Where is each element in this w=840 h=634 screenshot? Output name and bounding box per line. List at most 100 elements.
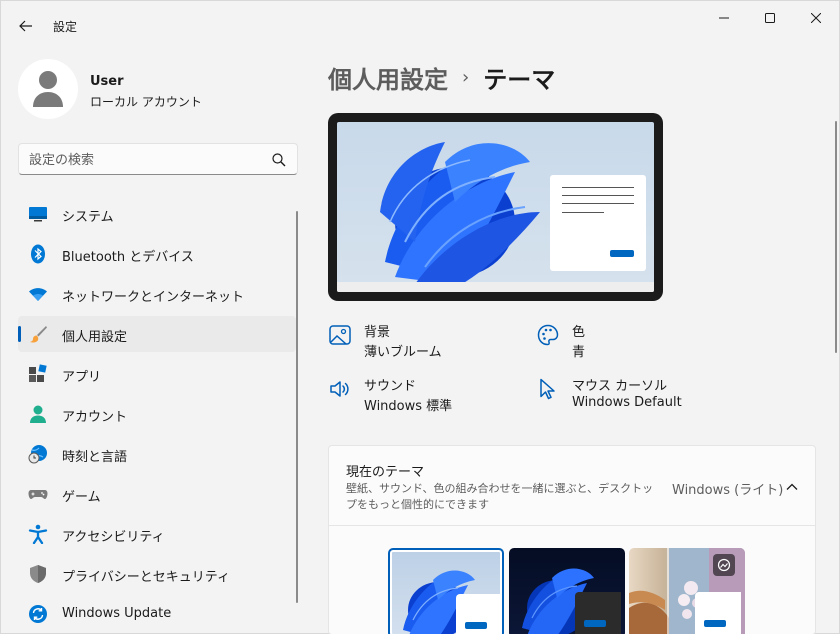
preview-line bbox=[562, 195, 634, 196]
sound-value: Windows 標準 bbox=[364, 399, 453, 414]
bluetooth-icon bbox=[31, 244, 45, 264]
title-bar: 設定 bbox=[1, 1, 839, 49]
wifi-icon bbox=[29, 288, 47, 301]
globe-clock-icon bbox=[28, 445, 47, 464]
current-theme-description: 壁紙、サウンド、色の組み合わせを一緒に選ぶと、デスクトップをもっと個性的にできま… bbox=[346, 482, 654, 511]
maximize-icon bbox=[765, 13, 775, 23]
search-input[interactable] bbox=[29, 150, 259, 170]
sidebar-item-network[interactable]: ネットワークとインターネット bbox=[18, 276, 296, 312]
user-icon bbox=[33, 71, 63, 107]
sidebar-item-label: ネットワークとインターネット bbox=[62, 290, 245, 305]
close-icon bbox=[811, 13, 821, 23]
theme-windows-light[interactable] bbox=[388, 548, 504, 634]
spotlight-badge bbox=[713, 554, 735, 576]
sound-setting[interactable]: サウンド Windows 標準 bbox=[328, 373, 568, 417]
sidebar-item-label: ゲーム bbox=[62, 490, 101, 505]
account-icon bbox=[30, 405, 46, 423]
chip-button bbox=[584, 620, 606, 627]
page-title: テーマ bbox=[483, 65, 556, 94]
chip-button bbox=[704, 620, 726, 627]
sidebar-item-label: Bluetooth とデバイス bbox=[62, 250, 194, 265]
current-theme-header[interactable]: 現在のテーマ 壁紙、サウンド、色の組み合わせを一緒に選ぶと、デスクトップをもっと… bbox=[329, 446, 815, 526]
sidebar-item-privacy[interactable]: プライバシーとセキュリティ bbox=[18, 556, 296, 592]
user-profile[interactable]: User ローカル アカウント bbox=[18, 59, 288, 121]
chip-button bbox=[465, 622, 487, 629]
sidebar-item-label: アカウント bbox=[62, 410, 128, 425]
sidebar-nav: システム Bluetooth とデバイス ネットワークとインターネット 個人用設… bbox=[18, 196, 296, 634]
current-theme-value: Windows (ライト) bbox=[672, 483, 784, 498]
theme-chip bbox=[456, 594, 502, 634]
sidebar-item-label: Windows Update bbox=[62, 606, 172, 621]
sidebar-item-label: アクセシビリティ bbox=[62, 530, 165, 545]
preview-screen bbox=[337, 122, 654, 292]
sidebar-item-personalization[interactable]: 個人用設定 bbox=[18, 316, 296, 352]
sidebar-item-label: 時刻と言語 bbox=[62, 450, 128, 465]
color-title: 色 bbox=[572, 325, 586, 340]
preview-taskbar bbox=[337, 282, 654, 292]
avatar bbox=[18, 59, 78, 119]
search-icon bbox=[272, 153, 286, 167]
spotlight-icon bbox=[717, 558, 731, 572]
breadcrumb-parent[interactable]: 個人用設定 bbox=[328, 60, 448, 95]
sidebar-item-apps[interactable]: アプリ bbox=[18, 356, 296, 392]
accessibility-icon bbox=[28, 524, 48, 544]
sidebar-item-label: システム bbox=[62, 210, 114, 225]
brush-icon bbox=[30, 326, 47, 343]
palette-icon bbox=[537, 324, 559, 346]
app-title: 設定 bbox=[53, 20, 78, 34]
minimize-icon bbox=[719, 17, 729, 19]
background-setting[interactable]: 背景 薄いブルーム bbox=[328, 319, 568, 363]
back-button[interactable] bbox=[11, 11, 41, 41]
theme-windows-spotlight[interactable] bbox=[629, 548, 745, 634]
cursor-value: Windows Default bbox=[572, 395, 682, 410]
close-button[interactable] bbox=[793, 1, 839, 35]
system-icon bbox=[29, 207, 47, 222]
account-type: ローカル アカウント bbox=[90, 95, 202, 109]
sidebar-item-label: プライバシーとセキュリティ bbox=[62, 570, 230, 585]
chevron-up-icon[interactable] bbox=[784, 479, 800, 495]
preview-line bbox=[562, 187, 634, 188]
theme-chip bbox=[695, 592, 741, 634]
sidebar-item-label: 個人用設定 bbox=[62, 330, 128, 345]
speaker-icon bbox=[330, 381, 349, 397]
sidebar-item-gaming[interactable]: ゲーム bbox=[18, 476, 296, 512]
user-name: User bbox=[90, 74, 124, 89]
cursor-title: マウス カーソル bbox=[572, 379, 668, 394]
sidebar-item-time-language[interactable]: 時刻と言語 bbox=[18, 436, 296, 472]
background-value: 薄いブルーム bbox=[364, 345, 442, 360]
search-box[interactable] bbox=[18, 143, 298, 175]
sidebar-item-label: アプリ bbox=[62, 370, 102, 385]
sidebar-item-accessibility[interactable]: アクセシビリティ bbox=[18, 516, 296, 552]
main-scrollbar[interactable] bbox=[835, 121, 837, 353]
shield-icon bbox=[30, 565, 46, 583]
sidebar-item-accounts[interactable]: アカウント bbox=[18, 396, 296, 432]
current-theme-title: 現在のテーマ bbox=[346, 465, 425, 480]
preview-button bbox=[610, 250, 634, 257]
gamepad-icon bbox=[28, 490, 48, 499]
theme-preview bbox=[328, 113, 663, 301]
theme-windows-dark[interactable] bbox=[509, 548, 625, 634]
current-theme-panel: 現在のテーマ 壁紙、サウンド、色の組み合わせを一緒に選ぶと、デスクトップをもっと… bbox=[328, 445, 816, 634]
color-setting[interactable]: 色 青 bbox=[536, 319, 776, 363]
image-icon bbox=[329, 325, 351, 345]
sound-title: サウンド bbox=[364, 379, 417, 394]
sidebar-scrollbar[interactable] bbox=[296, 211, 298, 603]
preview-line bbox=[562, 203, 634, 204]
theme-properties: 背景 薄いブルーム 色 青 サウンド Windows 標準 マウス カーソル W… bbox=[328, 319, 818, 419]
apps-icon bbox=[29, 364, 47, 382]
sidebar-item-windows-update[interactable]: Windows Update bbox=[18, 596, 296, 632]
breadcrumb-separator: › bbox=[462, 66, 470, 88]
preview-window bbox=[550, 175, 646, 271]
settings-window: 設定 User ローカル アカウント 設定の検索 システム Bluetooth … bbox=[0, 0, 840, 634]
maximize-button[interactable] bbox=[747, 1, 793, 35]
background-title: 背景 bbox=[364, 325, 391, 340]
sidebar-item-bluetooth[interactable]: Bluetooth とデバイス bbox=[18, 236, 296, 272]
cursor-setting[interactable]: マウス カーソル Windows Default bbox=[536, 373, 776, 417]
color-value: 青 bbox=[572, 345, 586, 360]
arrow-left-icon bbox=[19, 20, 32, 32]
preview-line bbox=[562, 212, 604, 213]
sidebar-item-system[interactable]: システム bbox=[18, 196, 296, 232]
minimize-button[interactable] bbox=[701, 1, 747, 35]
update-icon bbox=[29, 605, 47, 623]
mouse-pointer-icon bbox=[540, 378, 555, 400]
